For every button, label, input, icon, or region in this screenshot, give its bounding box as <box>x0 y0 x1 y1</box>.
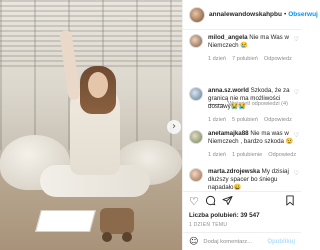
post-actions: ♡ <box>183 191 301 211</box>
reply-button[interactable]: Odpowiedz <box>264 116 292 124</box>
commenter-avatar[interactable] <box>189 130 203 144</box>
bookmark-icon[interactable] <box>285 195 295 208</box>
comment-time: 1 dzień <box>208 152 227 158</box>
post-photo[interactable]: › <box>0 0 182 250</box>
post-date: 1 DZIEŃ TEMU <box>189 222 228 228</box>
heart-icon[interactable]: ♡ <box>189 196 199 207</box>
toy-wheel <box>122 232 132 242</box>
comment-item: marta.zdrojewska My dzisiaj dłuższy spac… <box>189 168 299 192</box>
comment-likes[interactable]: 5 polubień <box>232 116 258 124</box>
comment-item: anetamajka88 Nie ma was w Niemczech , ba… <box>189 130 299 159</box>
next-photo-icon[interactable]: › <box>167 120 181 134</box>
reply-button[interactable]: Odpowiedz <box>264 55 292 63</box>
person-face <box>88 72 108 98</box>
follow-button[interactable]: Obserwuj <box>288 11 318 18</box>
post-sidebar: annalewandowskahpbu • Obserwuj milod_ang… <box>182 0 318 250</box>
post-header: annalewandowskahpbu • Obserwuj <box>183 0 318 30</box>
comment-item: anna.sz.world Szkoda, że za granicą nie … <box>189 87 299 124</box>
post-comment-button[interactable]: Opublikuj <box>267 239 295 245</box>
add-comment-bar: ☺ Opublikuj <box>183 232 301 250</box>
comment-icon[interactable] <box>205 195 216 208</box>
commenter-username[interactable]: milod_angela <box>208 34 248 41</box>
share-icon[interactable] <box>222 195 233 208</box>
comment-input[interactable] <box>203 238 268 245</box>
commenter-username[interactable]: marta.zdrojewska <box>208 168 260 175</box>
like-comment-icon[interactable]: ♡ <box>294 170 299 177</box>
like-comment-icon[interactable]: ♡ <box>294 132 299 139</box>
emoji-icon[interactable]: ☺ <box>189 237 198 247</box>
blinds <box>0 0 182 70</box>
reply-button[interactable]: Odpowiedz <box>268 151 296 159</box>
commenter-username[interactable]: anna.sz.world <box>208 87 249 94</box>
comment-likes[interactable]: 1 polubienie <box>232 151 262 159</box>
comment-item: milod_angela Nie ma Was w Niemczech 😢 1 … <box>189 34 299 63</box>
header-separator: • <box>283 11 287 18</box>
book <box>35 210 96 232</box>
commenter-avatar[interactable] <box>189 87 203 101</box>
author-username[interactable]: annalewandowskahpbu <box>209 11 282 18</box>
comment-time: 1 dzień <box>208 56 227 62</box>
like-comment-icon[interactable]: ♡ <box>294 36 299 43</box>
author-avatar[interactable] <box>189 6 205 23</box>
wooden-toy <box>100 208 134 234</box>
toy-wheel <box>102 232 112 242</box>
commenter-username[interactable]: anetamajka88 <box>208 130 249 137</box>
commenter-avatar[interactable] <box>189 34 203 48</box>
commenter-avatar[interactable] <box>189 168 203 182</box>
likes-count[interactable]: Liczba polubień: 39 547 <box>189 212 260 219</box>
comment-likes[interactable]: 7 polubień <box>232 55 258 63</box>
like-comment-icon[interactable]: ♡ <box>294 89 299 96</box>
comment-time: 1 dzień <box>208 117 227 123</box>
